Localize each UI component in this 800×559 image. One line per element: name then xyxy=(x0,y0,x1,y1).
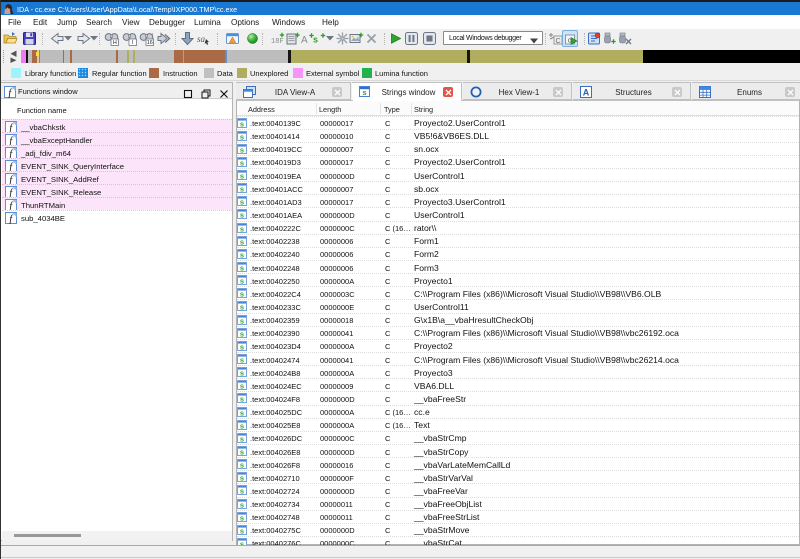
svg-text:s: s xyxy=(239,132,243,140)
svg-text:s: s xyxy=(362,88,366,97)
svg-text:s: s xyxy=(239,421,243,429)
svg-text:s: s xyxy=(239,487,243,495)
svg-text:s: s xyxy=(239,237,243,245)
svg-text:s: s xyxy=(239,224,243,232)
svg-text:18F: 18F xyxy=(271,38,284,46)
svg-text:16: 16 xyxy=(147,40,153,46)
svg-text:C: C xyxy=(555,38,560,45)
svg-text:I: I xyxy=(132,40,134,46)
svg-text:s: s xyxy=(239,395,243,403)
svg-text:s: s xyxy=(239,500,243,508)
svg-text:s: s xyxy=(239,250,243,258)
svg-text:s: s xyxy=(239,145,243,153)
svg-text:s: s xyxy=(239,526,243,534)
svg-text:s: s xyxy=(239,159,243,167)
svg-text:A: A xyxy=(583,88,590,98)
svg-text:s: s xyxy=(239,382,243,390)
svg-text:s: s xyxy=(239,369,243,377)
svg-text:s: s xyxy=(239,434,243,442)
svg-text:s: s xyxy=(239,342,243,350)
svg-text:s: s xyxy=(239,264,243,272)
svg-text:s: s xyxy=(239,316,243,324)
svg-text:s: s xyxy=(239,474,243,482)
svg-text:H: H xyxy=(113,40,117,46)
svg-text:s: s xyxy=(239,356,243,364)
svg-text:s: s xyxy=(239,290,243,298)
svg-text:s: s xyxy=(239,185,243,193)
svg-text:s: s xyxy=(239,211,243,219)
svg-text:A: A xyxy=(301,35,308,46)
svg-text:s: s xyxy=(239,277,243,285)
svg-text:s: s xyxy=(239,408,243,416)
svg-text:s: s xyxy=(239,448,243,456)
svg-text:s: s xyxy=(239,329,243,337)
svg-text:s: s xyxy=(239,198,243,206)
svg-text:s: s xyxy=(239,119,243,127)
svg-text:s: s xyxy=(313,35,318,45)
svg-text:s: s xyxy=(239,172,243,180)
svg-text:sa: sa xyxy=(197,34,206,44)
svg-text:s: s xyxy=(239,303,243,311)
svg-text:s: s xyxy=(239,461,243,469)
svg-text:s: s xyxy=(239,513,243,521)
